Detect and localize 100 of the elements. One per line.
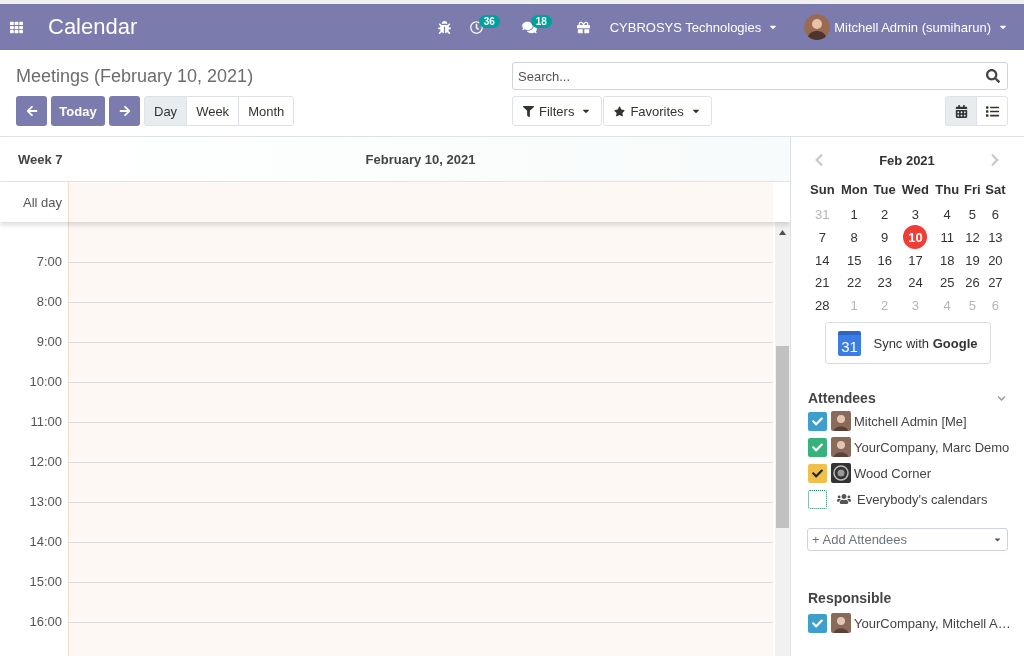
calendar-day[interactable]: 14 — [815, 252, 830, 268]
scrollbar-track[interactable] — [775, 222, 790, 656]
month-title: Feb 2021 — [879, 152, 935, 168]
favorites-button[interactable]: Favorites — [603, 96, 712, 126]
attendee-name: YourCompany, Marc Demo — [854, 439, 1010, 455]
calendar-day[interactable]: 27 — [988, 275, 1003, 291]
calendar-day[interactable]: 6 — [991, 206, 999, 222]
hour-label: 13:00 — [29, 494, 63, 510]
hour-label: 11:00 — [30, 414, 63, 430]
scale-tab[interactable]: Week — [186, 96, 240, 126]
calendar-icon — [954, 104, 968, 118]
hour-label: 7:00 — [36, 254, 63, 270]
apps-menu-icon[interactable] — [10, 20, 23, 34]
calendar-day[interactable]: 24 — [908, 275, 923, 291]
day-heading: February 10, 2021 — [365, 151, 476, 167]
filters-button[interactable]: Filters — [512, 96, 603, 126]
hour-label: 16:00 — [29, 614, 63, 630]
hour-label: 9:00 — [36, 334, 63, 350]
all-day-label: All day — [22, 194, 63, 210]
weekday-label: Mon — [840, 181, 868, 197]
message-count-badge: 18 — [530, 15, 552, 28]
weekday-label: Fri — [964, 181, 981, 197]
add-attendees-field[interactable]: + Add Attendees — [807, 528, 1008, 552]
list-view-button[interactable] — [976, 96, 1008, 126]
calendar-day[interactable]: 25 — [939, 275, 955, 291]
gift-icon[interactable] — [576, 20, 590, 34]
hour-label: 10:00 — [29, 374, 63, 390]
checkbox[interactable] — [808, 463, 827, 483]
calendar-day[interactable]: 4 — [943, 206, 951, 222]
chevron-down-icon[interactable] — [997, 393, 1006, 403]
checkbox[interactable] — [808, 613, 827, 633]
week-number: Week 7 — [17, 151, 63, 167]
hour-label: 12:00 — [29, 454, 63, 470]
page-title: Meetings (February 10, 2021) — [16, 65, 254, 88]
company-logo-icon — [831, 463, 851, 484]
calendar-day[interactable]: 22 — [847, 275, 862, 291]
user-menu[interactable]: Mitchell Admin (sumiharun) — [804, 4, 1008, 50]
section-title: Attendees — [808, 390, 876, 407]
hour-label: 15:00 — [29, 574, 63, 590]
check-icon — [812, 617, 823, 629]
weekday-label: Sun — [810, 181, 835, 197]
chevron-left-icon[interactable] — [814, 153, 824, 167]
section-title: Responsible — [808, 590, 892, 607]
calendar-day[interactable]: 17 — [908, 252, 923, 268]
next-button[interactable] — [109, 96, 140, 126]
calendar-day[interactable]: 5 — [968, 206, 976, 222]
check-icon — [812, 441, 823, 453]
calendar-day[interactable]: 12 — [965, 229, 980, 245]
clock-icon[interactable] — [469, 20, 483, 34]
attendee-name: YourCompany, Mitchell A… — [854, 615, 1011, 631]
calendar-day[interactable]: 1 — [850, 206, 858, 222]
company-switcher[interactable]: CYBROSYS Technologies — [609, 4, 779, 50]
checkbox[interactable] — [808, 437, 827, 457]
star-icon — [614, 105, 626, 117]
calendar-day[interactable]: 28 — [815, 297, 830, 313]
calendar-day[interactable]: 23 — [877, 275, 892, 291]
check-icon — [812, 415, 823, 427]
attendee-name: Everybody's calendars — [857, 491, 988, 507]
activity-count-badge: 36 — [478, 15, 500, 28]
user-avatar-icon — [831, 613, 851, 634]
search-field[interactable]: Search... — [512, 62, 1008, 90]
weekday-label: Tue — [873, 181, 896, 197]
scroll-up-icon[interactable] — [779, 230, 786, 235]
bug-icon[interactable] — [437, 20, 451, 34]
calendar-day[interactable]: 19 — [965, 252, 980, 268]
calendar-day[interactable]: 16 — [877, 252, 892, 268]
calendar-day[interactable]: 9 — [881, 229, 889, 245]
calendar-day[interactable]: 11 — [940, 229, 954, 245]
checkbox[interactable] — [808, 411, 827, 431]
checkbox[interactable] — [808, 489, 827, 509]
calendar-day[interactable]: 7 — [818, 229, 826, 245]
user-avatar-icon — [831, 437, 851, 458]
scale-tab[interactable]: Day — [144, 96, 188, 126]
chevron-right-icon[interactable] — [990, 153, 1000, 167]
weekday-label: Wed — [901, 181, 930, 197]
arrow-right-icon — [118, 105, 131, 117]
calendar-day[interactable]: 26 — [965, 275, 980, 291]
calendar-logo: 31 — [837, 330, 862, 356]
check-icon — [812, 467, 823, 479]
calendar-view-button[interactable] — [945, 96, 977, 126]
calendar-day[interactable]: 10 — [903, 225, 928, 250]
hour-label: 14:00 — [29, 534, 63, 550]
today-button[interactable]: Today — [51, 96, 105, 126]
scale-tab[interactable]: Month — [238, 96, 295, 126]
calendar-day[interactable]: 18 — [939, 252, 955, 268]
search-icon[interactable] — [986, 69, 1000, 83]
calendar-day[interactable]: 20 — [988, 252, 1003, 268]
sync-google-button[interactable]: 31 Sync with Google — [824, 322, 991, 365]
calendar-day[interactable]: 8 — [850, 229, 858, 245]
calendar-day[interactable]: 3 — [911, 206, 920, 222]
user-avatar-icon — [804, 14, 831, 40]
calendar-day[interactable]: 21 — [815, 275, 830, 291]
weekday-label: Thu — [935, 181, 960, 197]
calendar-day[interactable]: 15 — [847, 252, 862, 268]
chat-icon[interactable] — [521, 20, 537, 34]
sync-label: Sync with Google — [873, 335, 978, 351]
calendar-day[interactable]: 13 — [988, 229, 1003, 245]
scrollbar-thumb[interactable] — [776, 346, 789, 528]
calendar-day[interactable]: 2 — [881, 206, 889, 222]
previous-button[interactable] — [16, 96, 47, 126]
